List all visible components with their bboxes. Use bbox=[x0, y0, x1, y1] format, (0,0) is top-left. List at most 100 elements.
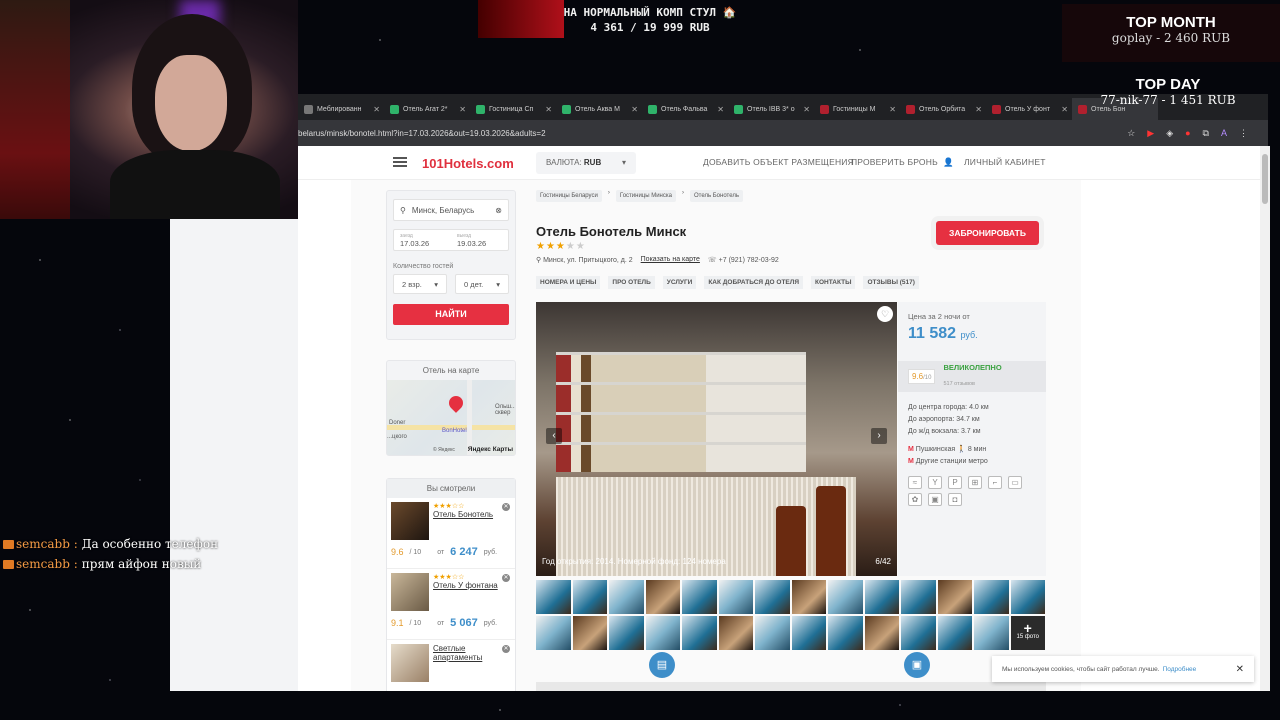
viewed-item[interactable]: Светлые апартаменты ✕ bbox=[387, 640, 515, 691]
photo-thumb[interactable] bbox=[609, 580, 644, 614]
extension-red-icon[interactable]: ● bbox=[1185, 128, 1190, 139]
remove-icon[interactable]: ✕ bbox=[502, 503, 510, 511]
search-form: ⚲ Минск, Беларусь ⊗ заезд 17.03.26 выезд 19.… bbox=[386, 190, 516, 340]
tab-about[interactable]: ПРО ОТЕЛЬ bbox=[608, 276, 655, 289]
photo-thumb[interactable] bbox=[755, 616, 790, 650]
photo-thumb[interactable] bbox=[937, 580, 972, 614]
extension-icon[interactable]: ◈ bbox=[1166, 128, 1173, 139]
tab-rooms[interactable]: НОМЕРА И ЦЕНЫ bbox=[536, 276, 601, 289]
viewed-item[interactable]: ★★★☆☆ Отель Бонотель ✕ 9.6/ 10 от 6 247 руб… bbox=[387, 498, 515, 569]
browser-tab[interactable]: Меблированн ✕ bbox=[298, 98, 384, 120]
other-metro-link[interactable]: Другие станции метро bbox=[916, 458, 988, 465]
browser-tab[interactable]: Отель У фонт ✕ bbox=[986, 98, 1072, 120]
photo-thumb[interactable] bbox=[718, 580, 753, 614]
photo-thumb[interactable] bbox=[901, 580, 936, 614]
browser-tab[interactable]: Гостиница Сп ✕ bbox=[470, 98, 556, 120]
remove-icon[interactable]: ✕ bbox=[502, 574, 510, 582]
photo-thumb[interactable] bbox=[974, 580, 1009, 614]
cookie-banner: Мы используем cookies, чтобы сайт работа… bbox=[992, 656, 1254, 682]
photo-thumb[interactable] bbox=[572, 580, 607, 614]
bus-icon[interactable]: ▣ bbox=[904, 652, 930, 678]
search-icon: ⚲ bbox=[400, 205, 406, 215]
adults-select[interactable]: 2 взр. ▾ bbox=[393, 274, 447, 294]
photo-thumb[interactable] bbox=[791, 580, 826, 614]
top-day-title: TOP DAY bbox=[1135, 76, 1201, 93]
checkin-field[interactable]: заезд 17.03.26 bbox=[394, 230, 451, 250]
page-scrollbar[interactable] bbox=[1260, 146, 1270, 691]
date-range-input[interactable]: заезд 17.03.26 выезд 19.03.26 bbox=[393, 229, 509, 251]
extensions-puzzle-icon[interactable]: ⧉ bbox=[1203, 128, 1209, 139]
photo-thumb[interactable] bbox=[536, 580, 571, 614]
photo-thumb[interactable] bbox=[609, 616, 644, 650]
menu-dots-icon[interactable]: ⋮ bbox=[1239, 128, 1248, 139]
hotel-thumbnail[interactable] bbox=[391, 644, 429, 682]
tab-directions[interactable]: КАК ДОБРАТЬСЯ ДО ОТЕЛЯ bbox=[704, 276, 803, 289]
more-photos-button[interactable]: +15 фото bbox=[1010, 616, 1045, 650]
favorite-heart-icon[interactable]: ♡ bbox=[877, 306, 893, 322]
photo-thumb[interactable] bbox=[901, 616, 936, 650]
photo-thumb[interactable] bbox=[828, 580, 863, 614]
show-on-map-link[interactable]: Показать на карте bbox=[641, 256, 700, 264]
kids-select[interactable]: 0 дет. ▾ bbox=[455, 274, 509, 294]
tab-reviews[interactable]: ОТЗЫВЫ (517) bbox=[863, 276, 919, 289]
photo-thumb[interactable] bbox=[937, 616, 972, 650]
document-icon[interactable]: ▤ bbox=[649, 652, 675, 678]
photo-thumb[interactable] bbox=[645, 616, 680, 650]
photo-thumb[interactable] bbox=[755, 580, 790, 614]
donation-goal-progress: 4 361 / 19 999 RUB bbox=[590, 21, 710, 34]
browser-tab[interactable]: Отель Фальва ✕ bbox=[642, 98, 728, 120]
user-icon[interactable]: 👤 bbox=[943, 157, 954, 168]
breadcrumb-item[interactable]: Гостиницы Беларуси bbox=[536, 190, 602, 202]
tab-contacts[interactable]: КОНТАКТЫ bbox=[811, 276, 856, 289]
photo-thumb[interactable] bbox=[682, 580, 717, 614]
book-button[interactable]: ЗАБРОНИРОВАТЬ bbox=[936, 221, 1039, 245]
viewed-item[interactable]: ★★★☆☆ Отель У фонтана ✕ 9.1/ 10 от 5 067 ру… bbox=[387, 569, 515, 640]
url-text[interactable]: belarus/minsk/bonotel.html?in=17.03.2026… bbox=[298, 129, 1127, 138]
photo-thumb[interactable] bbox=[1010, 580, 1045, 614]
close-icon[interactable]: ✕ bbox=[1236, 664, 1244, 675]
hotel-thumbnail[interactable] bbox=[391, 502, 429, 540]
bookmark-star-icon[interactable]: ☆ bbox=[1127, 128, 1135, 139]
next-photo-icon[interactable]: › bbox=[871, 428, 887, 444]
browser-tab[interactable]: Отель Аква М ✕ bbox=[556, 98, 642, 120]
browser-tab[interactable]: Отель Орбита ✕ bbox=[900, 98, 986, 120]
photo-thumb[interactable] bbox=[536, 616, 571, 650]
photo-thumb[interactable] bbox=[718, 616, 753, 650]
metro-icon: M bbox=[908, 446, 914, 453]
photo-thumb[interactable] bbox=[864, 616, 899, 650]
youtube-ext-icon[interactable]: ▶ bbox=[1147, 128, 1154, 139]
photo-thumb[interactable] bbox=[645, 580, 680, 614]
currency-select[interactable]: ВАЛЮТА: RUB ▾ bbox=[536, 152, 636, 174]
price-label: Цена за 2 ночи от bbox=[908, 312, 970, 321]
photo-gallery[interactable]: ‹ › ♡ Год открытия: 2014. Номерной фонд:… bbox=[536, 302, 897, 576]
photo-thumb[interactable] bbox=[864, 580, 899, 614]
profile-avatar-icon[interactable]: A bbox=[1221, 128, 1227, 139]
remove-icon[interactable]: ✕ bbox=[502, 645, 510, 653]
checkout-field[interactable]: выезд 19.03.26 bbox=[451, 230, 508, 250]
photo-thumb[interactable] bbox=[828, 616, 863, 650]
hotel-thumbnail[interactable] bbox=[391, 573, 429, 611]
cookie-more-link[interactable]: Подробнее bbox=[1163, 666, 1197, 673]
tab-services[interactable]: УСЛУГИ bbox=[662, 276, 697, 289]
address-bar[interactable]: belarus/minsk/bonotel.html?in=17.03.2026… bbox=[298, 120, 1268, 146]
photo-thumb[interactable] bbox=[791, 616, 826, 650]
rating-box[interactable]: 9.6/10 ВЕЛИКОЛЕПНО 517 отзывов bbox=[898, 361, 1046, 392]
photo-thumb[interactable] bbox=[572, 616, 607, 650]
map-preview[interactable]: BonHotel Doner Ольш... сквер ...цкого © … bbox=[387, 380, 515, 455]
find-button[interactable]: НАЙТИ bbox=[393, 304, 509, 325]
add-property-link[interactable]: ДОБАВИТЬ ОБЪЕКТ РАЗМЕЩЕНИЯ bbox=[703, 157, 854, 167]
check-booking-link[interactable]: ПРОВЕРИТЬ БРОНЬ bbox=[851, 157, 938, 167]
hamburger-menu-icon[interactable] bbox=[393, 157, 407, 167]
browser-tab[interactable]: Отель IBB 3* о ✕ bbox=[728, 98, 814, 120]
account-link[interactable]: ЛИЧНЫЙ КАБИНЕТ bbox=[964, 157, 1046, 167]
breadcrumb-item[interactable]: Гостиницы Минска bbox=[615, 190, 676, 202]
browser-tab[interactable]: Гостиницы М ✕ bbox=[814, 98, 900, 120]
photo-thumb[interactable] bbox=[682, 616, 717, 650]
prev-photo-icon[interactable]: ‹ bbox=[546, 428, 562, 444]
city-input[interactable]: ⚲ Минск, Беларусь ⊗ bbox=[393, 199, 509, 221]
photo-thumb[interactable] bbox=[974, 616, 1009, 650]
browser-tab[interactable]: Отель Агат 2* ✕ bbox=[384, 98, 470, 120]
map-pin-icon bbox=[446, 393, 466, 413]
hotel-map-widget[interactable]: Отель на карте BonHotel Doner Ольш... ск… bbox=[386, 360, 516, 456]
site-logo[interactable]: 101Hotels.com bbox=[422, 156, 514, 171]
